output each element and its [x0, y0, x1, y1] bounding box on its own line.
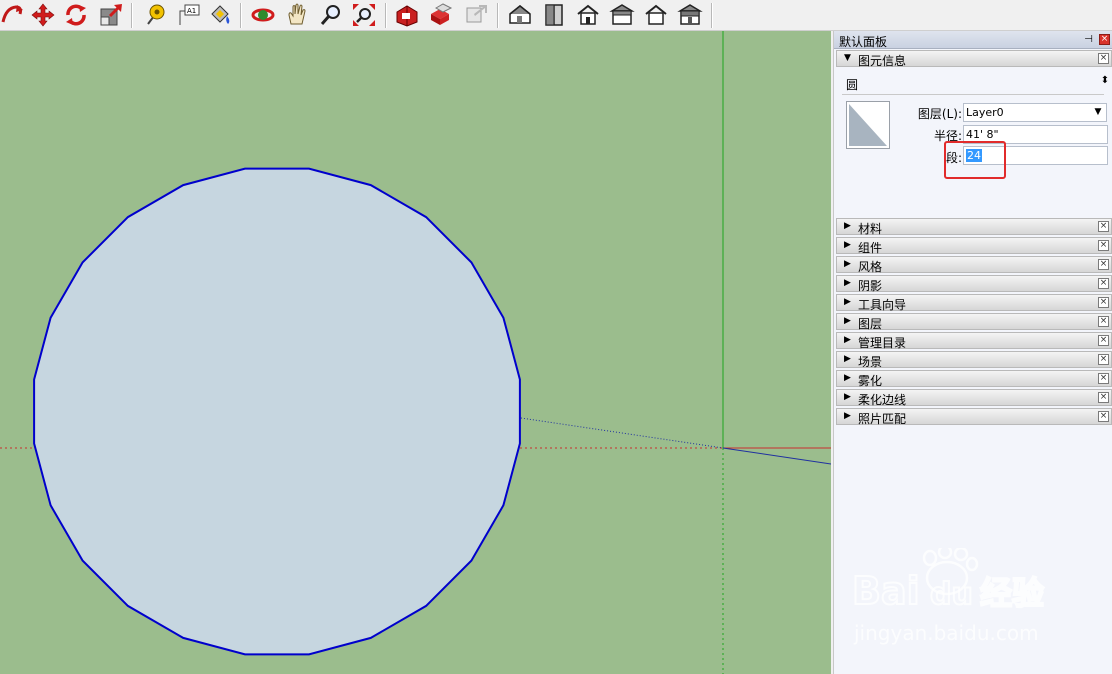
toggle-details-icon[interactable]: ⬍ — [1100, 74, 1110, 88]
tray-label: 材料 — [858, 222, 883, 236]
close-icon[interactable]: × — [1098, 316, 1109, 327]
toolbar-separator — [711, 3, 713, 28]
tray-title: 默认面板 — [839, 35, 888, 49]
close-icon[interactable]: × — [1098, 53, 1109, 64]
expand-arrow-icon: ▶ — [844, 354, 851, 364]
expand-arrow-icon: ▶ — [844, 240, 851, 250]
tray-header[interactable]: ▶ 材料 × — [836, 218, 1112, 236]
orbit-icon[interactable] — [250, 2, 276, 28]
entity-info-title: 图元信息 — [858, 54, 907, 68]
pin-icon[interactable]: ⊣ — [1083, 34, 1094, 45]
collapse-arrow-icon: ▼ — [844, 53, 851, 63]
tray-header[interactable]: ▶ 图层 × — [836, 313, 1112, 331]
tray-label: 组件 — [858, 241, 883, 255]
toolbar-separator — [497, 3, 499, 28]
close-icon[interactable]: × — [1098, 221, 1109, 232]
tray-header[interactable]: ▶ 柔化边线 × — [836, 389, 1112, 407]
tray-header[interactable]: ▶ 组件 × — [836, 237, 1112, 255]
tray-title-bar: 默认面板 ⊣ × — [834, 31, 1112, 49]
tray-close-icon[interactable]: × — [1099, 34, 1110, 45]
move-icon[interactable] — [30, 2, 56, 28]
material-swatch[interactable] — [846, 101, 890, 149]
text-label-icon[interactable]: A1 — [176, 2, 202, 28]
left-view-icon[interactable] — [677, 2, 703, 28]
close-icon[interactable]: × — [1098, 259, 1109, 270]
viewport-canvas[interactable] — [0, 31, 831, 674]
tray-label: 阴影 — [858, 279, 883, 293]
iso-view-icon[interactable] — [507, 2, 533, 28]
zoom-extents-icon[interactable] — [351, 2, 377, 28]
toolbar-separator — [385, 3, 387, 28]
tray-header[interactable]: ▶ 管理目录 × — [836, 332, 1112, 350]
right-view-icon[interactable] — [609, 2, 635, 28]
annotation-highlight — [944, 141, 1006, 179]
model-viewport[interactable] — [0, 31, 831, 674]
expand-arrow-icon: ▶ — [844, 259, 851, 269]
warehouse-icon[interactable] — [394, 2, 420, 28]
tray-header[interactable]: ▶ 工具向导 × — [836, 294, 1112, 312]
main-toolbar: A1 — [0, 0, 1112, 31]
tray-label: 管理目录 — [858, 336, 907, 350]
default-tray: 默认面板 ⊣ × ▼ 图元信息 × 圆 ⬍ 图层(L): Layer0 ▼ 半径… — [833, 31, 1112, 674]
tray-label: 图层 — [858, 317, 883, 331]
circle-face[interactable] — [33, 167, 521, 656]
svg-text:A1: A1 — [187, 7, 196, 15]
toolbar-separator — [131, 3, 133, 28]
layer-label: 图层(L): — [917, 107, 962, 121]
tray-label: 照片匹配 — [858, 412, 907, 426]
front-view-icon[interactable] — [575, 2, 601, 28]
tray-label: 柔化边线 — [858, 393, 907, 407]
share-model-icon[interactable] — [463, 2, 489, 28]
pan-icon[interactable] — [284, 2, 310, 28]
expand-arrow-icon: ▶ — [844, 392, 851, 402]
close-icon[interactable]: × — [1098, 335, 1109, 346]
expand-arrow-icon: ▶ — [844, 335, 851, 345]
close-icon[interactable]: × — [1098, 373, 1109, 384]
layer-value: Layer0 — [966, 106, 1004, 119]
blue-axis — [722, 447, 831, 465]
layer-dropdown[interactable]: Layer0 ▼ — [963, 103, 1107, 122]
expand-arrow-icon: ▶ — [844, 297, 851, 307]
expand-arrow-icon: ▶ — [844, 411, 851, 421]
entity-type-label: 圆 — [846, 78, 859, 92]
expand-arrow-icon: ▶ — [844, 373, 851, 383]
tray-label: 场景 — [858, 355, 883, 369]
tray-header[interactable]: ▶ 雾化 × — [836, 370, 1112, 388]
tray-label: 工具向导 — [858, 298, 907, 312]
tray-header[interactable]: ▶ 风格 × — [836, 256, 1112, 274]
close-icon[interactable]: × — [1098, 240, 1109, 251]
tray-label: 风格 — [858, 260, 883, 274]
close-icon[interactable]: × — [1098, 354, 1109, 365]
top-view-icon[interactable] — [541, 2, 567, 28]
tray-header[interactable]: ▶ 照片匹配 × — [836, 408, 1112, 426]
back-view-icon[interactable] — [643, 2, 669, 28]
components-3d-icon[interactable] — [428, 2, 454, 28]
blue-axis-hidden — [520, 417, 724, 449]
expand-arrow-icon: ▶ — [844, 221, 851, 231]
tray-header[interactable]: ▶ 阴影 × — [836, 275, 1112, 293]
scale-icon[interactable] — [98, 2, 124, 28]
close-icon[interactable]: × — [1098, 411, 1109, 422]
divider — [842, 94, 1104, 95]
chevron-down-icon[interactable]: ▼ — [1092, 106, 1104, 119]
tray-label: 雾化 — [858, 374, 883, 388]
entity-info-header[interactable]: ▼ 图元信息 × — [836, 50, 1112, 68]
expand-arrow-icon: ▶ — [844, 278, 851, 288]
zoom-icon[interactable] — [318, 2, 344, 28]
tray-header[interactable]: ▶ 场景 × — [836, 351, 1112, 369]
close-icon[interactable]: × — [1098, 278, 1109, 289]
radius-value: 41' 8" — [966, 128, 999, 141]
toolbar-separator — [240, 3, 242, 28]
paint-bucket-icon[interactable] — [207, 2, 233, 28]
lasso-arrow-icon[interactable] — [0, 2, 26, 28]
close-icon[interactable]: × — [1098, 392, 1109, 403]
close-icon[interactable]: × — [1098, 297, 1109, 308]
tape-measure-icon[interactable] — [142, 2, 168, 28]
rotate-icon[interactable] — [63, 2, 89, 28]
expand-arrow-icon: ▶ — [844, 316, 851, 326]
